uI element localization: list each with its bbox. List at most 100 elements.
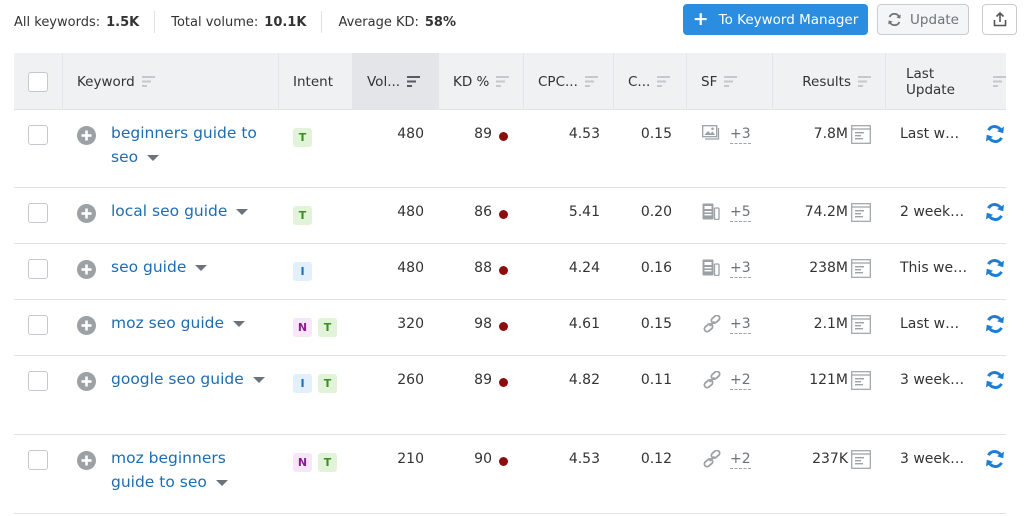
refresh-icon[interactable] [985,259,1005,277]
kd-value: 98 [474,316,492,332]
select-all-cell [14,53,62,110]
refresh-icon [887,13,902,26]
stat-total-volume: Total volume: 10.1K [171,15,306,30]
intent-badge: T [318,453,337,472]
serp-features-more[interactable]: +3 [730,126,751,144]
serp-features-more[interactable]: +2 [730,451,751,469]
keywords-table: Keyword Intent Vol... KD % CPC... C... S… [14,53,1006,514]
column-header-intent[interactable]: Intent [278,53,352,110]
keyword-link[interactable]: local seo guide [111,199,271,223]
stat-value: 58% [424,14,456,30]
table-row: moz seo guide N T 320 98 4.61 0.15 +3 2.1M Last w… [14,300,1006,356]
serp-features-more[interactable]: +3 [730,316,751,334]
column-label: Keyword [77,73,135,90]
serp-features-more[interactable]: +5 [730,204,751,222]
export-icon [993,12,1007,27]
add-to-list-button[interactable] [77,204,96,223]
serp-features-more[interactable]: +3 [730,260,751,278]
kd-difficulty-dot [499,210,508,219]
to-keyword-manager-button[interactable]: + To Keyword Manager [683,4,868,35]
serp-snapshot-icon[interactable] [851,259,871,278]
column-header-last-update[interactable]: Last Update [885,53,1006,110]
table-header: Keyword Intent Vol... KD % CPC... C... S… [14,53,1006,110]
column-header-sf[interactable]: SF [686,53,772,110]
row-checkbox[interactable] [28,125,48,145]
add-to-list-button[interactable] [77,451,96,470]
serp-snapshot-icon[interactable] [851,315,871,334]
keyword-link[interactable]: beginners guide to seo [111,121,271,169]
serp-snapshot-icon[interactable] [851,450,871,469]
stat-label: All keywords: [14,14,101,30]
keyword-text: seo guide [111,258,187,276]
add-to-list-button[interactable] [77,260,96,279]
chevron-down-icon[interactable] [236,208,249,215]
refresh-icon[interactable] [985,315,1005,333]
refresh-icon[interactable] [985,125,1005,143]
sort-icon [496,76,510,87]
image-icon [702,125,720,140]
column-header-competition[interactable]: C... [613,53,686,110]
add-to-list-button[interactable] [77,316,96,335]
intent-badges: NT [293,318,337,337]
chevron-down-icon[interactable] [215,479,228,486]
keyword-link[interactable]: google seo guide [111,367,271,391]
last-update-value: 3 week… [900,372,965,388]
row-checkbox[interactable] [28,450,48,470]
row-checkbox[interactable] [28,371,48,391]
keyword-link[interactable]: moz seo guide [111,311,271,335]
volume-value: 320 [397,316,424,332]
row-checkbox[interactable] [28,203,48,223]
summary-stats: All keywords: 1.5K Total volume: 10.1K A… [14,11,456,33]
divider [154,11,156,33]
last-update-value: Last w… [900,126,960,142]
serp-snapshot-icon[interactable] [851,203,871,222]
refresh-icon[interactable] [985,371,1005,389]
export-button[interactable] [982,4,1017,35]
table-row: moz beginners guide to seo N T 210 90 4.53 0.1… [14,435,1006,514]
serp-snapshot-icon[interactable] [851,371,871,390]
column-header-cpc[interactable]: CPC... [523,53,613,110]
column-header-kd[interactable]: KD % [438,53,523,110]
column-label: SF [701,73,718,90]
sort-icon [141,76,155,87]
results-value: 2.1M [813,316,848,332]
sort-descending-icon [407,76,421,87]
table-row: seo guide I 480 88 4.24 0.16 +3 238M This we… [14,244,1006,300]
cpc-value: 5.41 [568,204,600,220]
refresh-icon[interactable] [985,203,1005,221]
chevron-down-icon[interactable] [252,376,265,383]
intent-badges: IT [293,374,337,393]
divider [321,11,323,33]
last-update-value: This we… [900,260,968,276]
intent-badge: I [293,374,312,393]
stat-value: 1.5K [106,14,140,30]
column-header-keyword[interactable]: Keyword [62,53,278,110]
update-button[interactable]: Update [877,4,969,35]
column-header-volume[interactable]: Vol... [352,53,438,110]
stat-value: 10.1K [264,14,307,30]
chevron-down-icon[interactable] [233,320,246,327]
serp-features-more[interactable]: +2 [730,372,751,390]
chevron-down-icon[interactable] [147,154,160,161]
column-header-results[interactable]: Results [772,53,885,110]
last-update-value: Last w… [900,316,960,332]
keyword-link[interactable]: moz beginners guide to seo [111,446,271,494]
add-to-list-button[interactable] [77,126,96,145]
serp-snapshot-icon[interactable] [851,125,871,144]
chevron-down-icon[interactable] [195,264,208,271]
results-value: 237K [812,451,848,467]
select-all-checkbox[interactable] [28,71,48,92]
refresh-icon[interactable] [985,450,1005,468]
intent-badges: T [293,128,312,147]
stat-label: Average KD: [338,14,419,30]
column-label: Results [802,73,851,90]
add-to-list-button[interactable] [77,372,96,391]
kd-difficulty-dot [499,378,508,387]
row-checkbox[interactable] [28,259,48,279]
keyword-link[interactable]: seo guide [111,255,271,279]
cpc-value: 4.53 [568,126,600,142]
results-value: 74.2M [804,204,848,220]
row-checkbox[interactable] [28,315,48,335]
kd-value: 90 [474,451,492,467]
volume-value: 260 [397,372,424,388]
